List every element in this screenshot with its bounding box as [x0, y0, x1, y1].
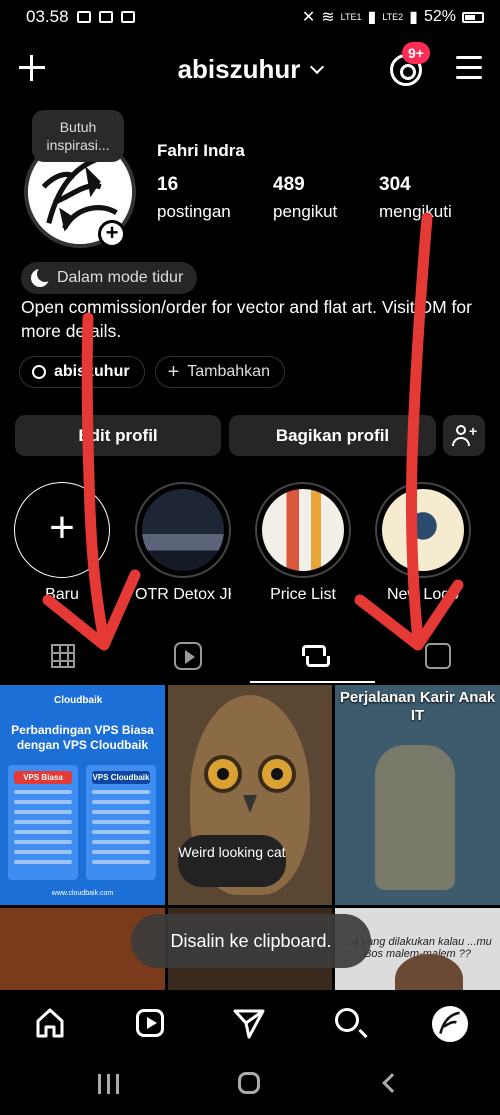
notification-badge: 9+ [402, 42, 430, 64]
gallery-icon [76, 11, 91, 23]
followers-label: pengikut [273, 202, 338, 221]
battery-icon [462, 11, 484, 23]
reels-icon [136, 1009, 164, 1037]
highlight-cover [142, 489, 224, 571]
profile-tabs [0, 628, 500, 683]
nav-reels[interactable] [133, 1006, 167, 1040]
following-label: mengikuti [379, 202, 452, 221]
wifi-icon: ≋ [321, 9, 335, 26]
followers-stat[interactable]: 489 pengikut [273, 174, 337, 222]
reels-icon [173, 641, 202, 670]
following-stat[interactable]: 304 mengikuti [379, 174, 452, 222]
profile-avatar-small [432, 1006, 468, 1042]
post-tile[interactable]: Cloudbaik Perbandingan VPS Biasa dengan … [0, 685, 165, 905]
nav-search[interactable] [333, 1006, 367, 1040]
highlight-otr-detox[interactable]: OTR Detox JK... [135, 482, 231, 604]
tab-tagged[interactable] [375, 628, 500, 683]
highlight-new-logo[interactable]: New Logo [375, 482, 471, 604]
following-count: 304 [379, 174, 411, 195]
chevron-down-icon [310, 59, 325, 75]
profile-bio: Open commission/order for vector and fla… [21, 297, 472, 341]
post-caption: Weird looking cat [178, 835, 286, 887]
profile-full-name: Fahri Indra [157, 141, 245, 160]
post-title: Perbandingan VPS Biasa dengan VPS Cloudb… [11, 723, 154, 752]
add-person-icon [456, 425, 466, 435]
highlight-price-list[interactable]: Price List [255, 482, 351, 604]
add-chip-label: Tambahkan [187, 363, 270, 380]
post-brand: Cloudbaik [54, 695, 103, 706]
followers-count: 489 [273, 174, 305, 195]
post-column-heading: VPS Biasa [14, 771, 72, 784]
apps-icon [120, 11, 135, 23]
highlight-new[interactable]: + Baru [14, 482, 110, 604]
system-navigation-bar [0, 1056, 500, 1115]
signal-1-icon: ▮ [367, 9, 377, 26]
sleep-mode-note[interactable]: Dalam mode tidur [21, 262, 198, 294]
mute-icon: ✕ [301, 9, 316, 26]
discover-people-button[interactable]: + [443, 415, 485, 456]
grid-icon [50, 643, 75, 668]
bottom-navigation [0, 990, 500, 1056]
back-icon[interactable] [382, 1073, 402, 1093]
tab-grid[interactable] [0, 628, 125, 683]
highlight-label: Baru [45, 586, 79, 603]
post-tile[interactable]: Weird looking cat [168, 685, 332, 905]
edit-profile-button[interactable]: Edit profil [15, 415, 221, 456]
threads-profile-chip[interactable]: abiszuhur [19, 356, 145, 388]
nav-home[interactable] [33, 1006, 67, 1040]
profile-header: abiszuhur 9+ [0, 42, 500, 96]
battery-percent: 52% [423, 8, 456, 25]
highlight-cover [262, 489, 344, 571]
post-title: Perjalanan Karir Anak IT [339, 689, 496, 724]
network-2-label: LTE2 [382, 12, 404, 22]
profile-link-chips: abiszuhur + Tambahkan [19, 356, 285, 388]
posts-count: 16 [157, 174, 179, 195]
tagged-icon [424, 642, 451, 669]
post-footer: www.cloudbaik.com [51, 890, 114, 897]
nav-profile[interactable] [432, 1006, 468, 1042]
status-time: 03.58 [26, 7, 69, 26]
network-1-label: LTE1 [340, 12, 362, 22]
plus-icon: + [14, 482, 110, 578]
tab-reels[interactable] [125, 628, 250, 683]
highlight-label: Price List [270, 586, 336, 603]
tab-reposts[interactable] [250, 628, 375, 683]
highlight-label: OTR Detox JK... [135, 586, 231, 603]
post-tile[interactable]: Perjalanan Karir Anak IT [335, 685, 500, 905]
gmail-icon [98, 11, 113, 23]
home-icon [36, 1008, 64, 1038]
share-profile-button[interactable]: Bagikan profil [229, 415, 436, 456]
username: abiszuhur [177, 54, 301, 84]
post-figure [375, 745, 455, 890]
highlight-label: New Logo [386, 586, 460, 603]
moon-icon [31, 266, 53, 287]
posts-label: postingan [157, 202, 231, 221]
signal-2-icon: ▮ [409, 9, 418, 26]
add-story-button[interactable]: + [98, 220, 126, 248]
sleep-mode-label: Dalam mode tidur [57, 269, 184, 286]
repost-icon [300, 642, 330, 668]
send-icon [233, 1009, 265, 1039]
plus-icon: + [167, 360, 180, 383]
home-button-icon[interactable] [238, 1072, 260, 1094]
add-link-chip[interactable]: + Tambahkan [154, 356, 285, 388]
post-column-heading: VPS Cloudbaik [92, 771, 150, 784]
inspiration-bubble[interactable]: Butuh inspirasi... [32, 110, 124, 162]
highlight-cover [382, 489, 464, 571]
clipboard-toast: Disalin ke clipboard. [131, 914, 371, 968]
search-icon [335, 1008, 359, 1032]
hamburger-menu-icon[interactable] [456, 56, 482, 80]
status-bar: 03.58 ✕ ≋ LTE1 ▮ LTE2 ▮ 52% [0, 0, 500, 34]
recent-apps-icon[interactable] [98, 1074, 122, 1094]
threads-at-icon [32, 365, 46, 379]
posts-stat[interactable]: 16 postingan [157, 174, 231, 222]
threads-chip-label: abiszuhur [54, 363, 130, 380]
nav-messages[interactable] [232, 1006, 266, 1040]
